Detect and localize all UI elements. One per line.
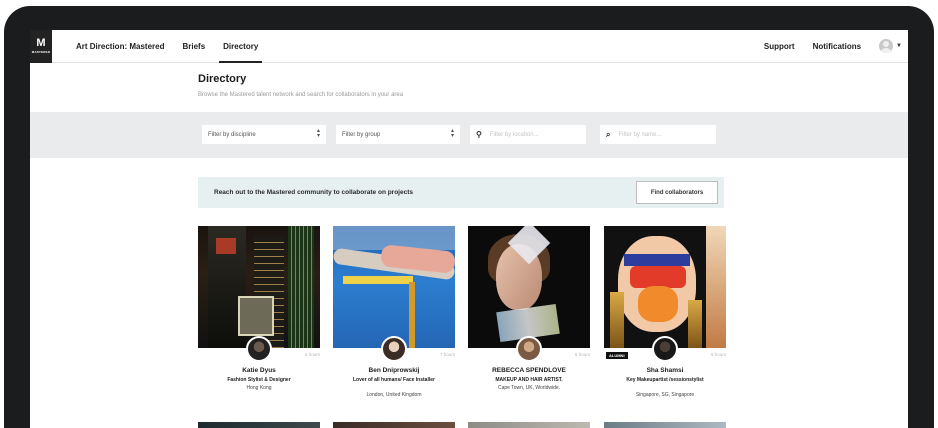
page-title: Directory [198,73,247,85]
logo-letter: M [36,37,46,49]
talent-avatar[interactable] [246,336,272,362]
talent-time: 8 hours [574,352,590,357]
select-arrows-icon: ▴ ▾ [316,128,320,139]
talent-card-image[interactable] [604,226,726,348]
talent-name[interactable]: Sha Shamsi [604,367,726,374]
nav-brand-link[interactable]: Art Direction: Mastered [76,42,164,51]
select-arrows-icon: ▴ ▾ [450,128,454,139]
talent-card-image[interactable] [333,422,455,428]
talent-location: Singapore, SG, Singapore [635,392,695,398]
talent-name[interactable]: Katie Dyus [198,367,320,374]
name-search-input[interactable]: ⌕ Filter by name... [600,125,716,144]
nav-item-notifications[interactable]: Notifications [813,42,861,51]
logo-subtext: MASTERED [31,50,51,54]
nav-item-directory[interactable]: Directory [219,42,263,63]
talent-card[interactable]: 8 hours REBECCA SPENDLOVE MAKEUP AND HAI… [468,226,590,391]
group-select[interactable]: Filter by group ▴ ▾ [336,125,460,144]
talent-card-image[interactable] [468,226,590,348]
chevron-down-icon[interactable]: ▼ [896,43,902,49]
page-subtitle: Browse the Mastered talent network and s… [198,92,404,98]
browser-screen: M MASTERED Art Direction: Mastered Brief… [30,30,908,428]
nav-item-briefs[interactable]: Briefs [182,42,205,51]
talent-role: Fashion Stylist & Designer [227,377,291,383]
discipline-select[interactable]: Filter by discipline ▴ ▾ [202,125,326,144]
discipline-select-label: Filter by discipline [208,131,256,138]
talent-location: London, United Kingdom [366,392,422,398]
talent-avatar[interactable] [652,336,678,362]
talent-avatar[interactable] [381,336,407,362]
alumni-badge: ALUMNI [606,352,628,359]
talent-card-image[interactable] [604,422,726,428]
name-placeholder: Filter by name... [618,131,662,138]
user-avatar-icon[interactable] [879,39,894,53]
group-select-label: Filter by group [342,131,381,138]
talent-avatar[interactable] [516,336,542,362]
collaborate-banner: Reach out to the Mastered community to c… [198,177,724,208]
talent-name[interactable]: REBECCA SPENDLOVE [468,367,590,374]
talent-card[interactable]: 5 hours Katie Dyus Fashion Stylist & Des… [198,226,320,391]
find-collaborators-button[interactable]: Find collaborators [636,181,718,204]
talent-role: Lover of all humans/ Face Installer [353,377,435,383]
talent-card-image[interactable] [198,422,320,428]
filter-bar: Filter by discipline ▴ ▾ Filter by group … [30,112,908,158]
talent-time: 9 hours [710,352,726,357]
location-pin-icon: ⚲ [476,130,482,139]
talent-card[interactable]: 7 hours Ben Dniprowskij Lover of all hum… [333,226,455,398]
talent-card-image[interactable] [333,226,455,348]
talent-location: Cape Town, UK, Worldwide. [497,385,561,391]
talent-card-image[interactable] [468,422,590,428]
talent-role: Key Makeupartist /sessionstylist [626,377,704,383]
talent-time: 7 hours [439,352,455,357]
talent-role: MAKEUP AND HAIR ARTIST. [495,377,563,383]
location-input[interactable]: ⚲ Filter by location... [470,125,586,144]
talent-card-image[interactable] [198,226,320,348]
talent-name[interactable]: Ben Dniprowskij [333,367,455,374]
top-navigation: M MASTERED Art Direction: Mastered Brief… [30,30,908,63]
mastered-logo[interactable]: M MASTERED [30,30,52,63]
talent-card[interactable]: ALUMNI 9 hours Sha Shamsi Key Makeuparti… [604,226,726,398]
nav-item-support[interactable]: Support [764,42,795,51]
talent-location: Hong Kong [246,385,272,391]
search-icon: ⌕ [606,129,611,139]
location-placeholder: Filter by location... [489,131,539,138]
talent-time: 5 hours [304,352,320,357]
user-menu[interactable]: ▼ [879,39,902,53]
collaborate-banner-text: Reach out to the Mastered community to c… [214,189,414,196]
